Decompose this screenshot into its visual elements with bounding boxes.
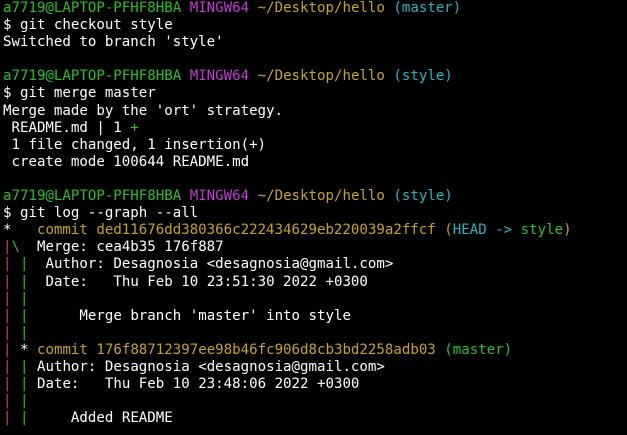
prompt-path: ~/Desktop/hello xyxy=(257,0,385,16)
merge-parents: Merge: cea4b35 176f887 xyxy=(20,239,224,256)
prompt-path: ~/Desktop/hello xyxy=(257,68,385,85)
branch-ref: style xyxy=(520,222,564,239)
head-ref: HEAD -> xyxy=(452,222,521,239)
graph-edge: | xyxy=(20,290,29,307)
command-line: $ git merge master xyxy=(3,85,156,102)
log-line: |\ Merge: cea4b35 176f887 xyxy=(3,239,627,256)
log-line: | | Author: Desagnosia <desagnosia@gmail… xyxy=(3,359,627,376)
prompt-system: MINGW64 xyxy=(189,188,250,205)
prompt-system: MINGW64 xyxy=(189,68,250,85)
command-line: $ git log --graph --all xyxy=(3,205,199,222)
graph-edge: | xyxy=(3,410,12,427)
log-line: | | xyxy=(3,325,627,342)
log-line: | | Added README xyxy=(3,410,627,427)
graph-edge: | xyxy=(3,341,12,358)
log-line: | | Date: Thu Feb 10 23:48:06 2022 +0300 xyxy=(3,376,627,393)
commit-message: Merge branch 'master' into style xyxy=(28,307,351,324)
ref-close: ) xyxy=(563,222,572,239)
commit-hash: commit 176f88712397ee98b46fc906d8cb3bd22… xyxy=(28,341,445,358)
graph-edge: | xyxy=(20,410,29,427)
graph-edge: | xyxy=(3,376,12,393)
branch-ref: (master) xyxy=(444,341,513,358)
prompt-user-host: a7719@LAPTOP-PFHF8HBA xyxy=(3,188,182,205)
prompt-user-host: a7719@LAPTOP-PFHF8HBA xyxy=(3,0,182,16)
graph-star: * xyxy=(20,341,29,358)
log-commit-line: | * commit 176f88712397ee98b46fc906d8cb3… xyxy=(3,342,627,359)
commit-author: Author: Desagnosia <desagnosia@gmail.com… xyxy=(28,256,394,273)
output-line: README.md | 1 + xyxy=(3,120,627,137)
diffstat-file: README.md | 1 xyxy=(3,119,131,136)
graph-edge: | xyxy=(3,307,12,324)
diffstat-plus: + xyxy=(130,119,139,136)
log-line: | | Merge branch 'master' into style xyxy=(3,308,627,325)
terminal-window[interactable]: a7719@LAPTOP-PFHF8HBA MINGW64 ~/Desktop/… xyxy=(0,0,627,435)
log-commit-line: * commit ded11676dd380366c222434629eb220… xyxy=(3,222,627,239)
output-line: Switched to branch 'style' xyxy=(3,34,224,51)
log-line: | | Date: Thu Feb 10 23:51:30 2022 +0300 xyxy=(3,274,627,291)
prompt-line: a7719@LAPTOP-PFHF8HBA MINGW64 ~/Desktop/… xyxy=(3,0,627,17)
graph-edge: | xyxy=(3,290,12,307)
graph-star: * xyxy=(3,222,12,239)
commit-author: Author: Desagnosia <desagnosia@gmail.com… xyxy=(28,358,385,375)
graph-edge: | xyxy=(20,307,29,324)
log-line: | | Author: Desagnosia <desagnosia@gmail… xyxy=(3,256,627,273)
commit-hash: commit ded11676dd380366c222434629eb22003… xyxy=(11,222,445,239)
prompt-line: a7719@LAPTOP-PFHF8HBA MINGW64 ~/Desktop/… xyxy=(3,188,627,205)
commit-date: Date: Thu Feb 10 23:51:30 2022 +0300 xyxy=(28,273,368,290)
prompt-path: ~/Desktop/hello xyxy=(257,188,385,205)
commit-message: Added README xyxy=(28,410,173,427)
graph-edge: | xyxy=(3,324,12,341)
ref-open: ( xyxy=(444,222,453,239)
graph-edge: | xyxy=(20,256,29,273)
graph-edge: | xyxy=(20,324,29,341)
graph-edge: | xyxy=(20,376,29,393)
prompt-branch: (style) xyxy=(393,68,453,85)
prompt-line: a7719@LAPTOP-PFHF8HBA MINGW64 ~/Desktop/… xyxy=(3,68,627,85)
graph-edge: | xyxy=(20,273,29,290)
output-line: create mode 100644 README.md xyxy=(3,153,250,170)
graph-edge: | xyxy=(3,273,12,290)
prompt-user-host: a7719@LAPTOP-PFHF8HBA xyxy=(3,68,182,85)
command-line: $ git checkout style xyxy=(3,17,173,34)
log-line: | | xyxy=(3,291,627,308)
commit-date: Date: Thu Feb 10 23:48:06 2022 +0300 xyxy=(28,376,360,393)
graph-edge: | xyxy=(3,239,12,256)
output-line: Merge made by the 'ort' strategy. xyxy=(3,102,284,119)
graph-edge: | xyxy=(3,393,12,410)
prompt-system: MINGW64 xyxy=(189,0,250,16)
log-line: | | xyxy=(3,393,627,410)
graph-edge: | xyxy=(3,256,12,273)
prompt-branch: (style) xyxy=(393,188,453,205)
graph-edge: | xyxy=(20,393,29,410)
graph-edge: \ xyxy=(11,239,21,256)
graph-edge: | xyxy=(20,358,29,375)
prompt-branch: (master) xyxy=(393,0,462,16)
graph-edge: | xyxy=(3,358,12,375)
output-line: 1 file changed, 1 insertion(+) xyxy=(3,136,267,153)
